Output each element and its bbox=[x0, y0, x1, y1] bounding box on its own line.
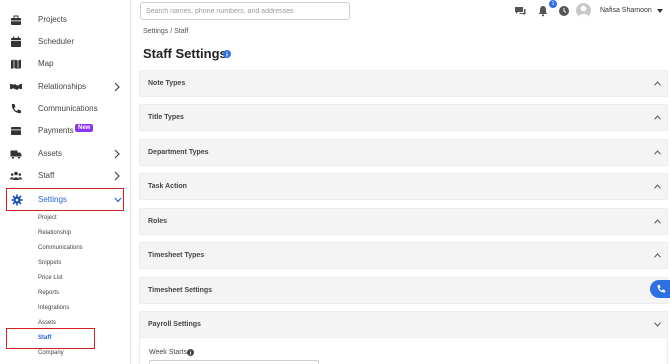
sidebar-item-staff[interactable]: Staff bbox=[0, 165, 131, 187]
chevron-down-icon bbox=[114, 197, 122, 203]
panel-payroll-settings[interactable]: Payroll Settings bbox=[139, 311, 668, 338]
sidebar-item-projects[interactable]: Projects bbox=[0, 9, 131, 31]
chevron-down-icon bbox=[654, 322, 661, 327]
avatar[interactable] bbox=[576, 3, 591, 18]
gear-icon bbox=[11, 194, 23, 206]
notification-count-badge: 1 bbox=[549, 0, 557, 8]
sidebar-item-relationships[interactable]: Relationships bbox=[0, 76, 131, 98]
top-header: 1 Nafisa Shamoon bbox=[131, 0, 670, 24]
sidebar-item-label: Map bbox=[38, 59, 54, 68]
settings-sub-assets[interactable]: Assets bbox=[38, 320, 56, 326]
clock-icon[interactable] bbox=[558, 5, 570, 17]
new-badge: New bbox=[75, 124, 94, 132]
panel-timesheet-types[interactable]: Timesheet Types bbox=[139, 242, 668, 269]
chevron-right-icon bbox=[114, 82, 120, 92]
settings-sub-company[interactable]: Company bbox=[38, 350, 64, 356]
sidebar-item-label: Staff bbox=[38, 171, 55, 180]
panel-title: Department Types bbox=[148, 149, 209, 156]
phone-icon bbox=[11, 104, 21, 114]
users-icon bbox=[10, 171, 22, 180]
panel-title: Task Action bbox=[148, 183, 187, 190]
sidebar-item-label: Communications bbox=[38, 104, 98, 113]
week-starts-label: Week Starts bbox=[149, 349, 187, 356]
settings-sub-price-list[interactable]: Price List bbox=[38, 275, 63, 281]
wallet-icon bbox=[11, 127, 21, 135]
chevron-up-icon bbox=[654, 115, 661, 120]
settings-sub-project[interactable]: Project bbox=[38, 215, 57, 221]
panel-title-types[interactable]: Title Types bbox=[139, 104, 668, 131]
page-title: Staff Settings bbox=[143, 46, 227, 61]
chevron-right-icon bbox=[114, 171, 120, 181]
panel-title: Roles bbox=[148, 218, 168, 225]
panel-note-types[interactable]: Note Types bbox=[139, 70, 668, 97]
chevron-right-icon bbox=[114, 149, 120, 159]
sidebar-item-label: Settings bbox=[38, 195, 67, 204]
sidebar-item-label: Scheduler bbox=[38, 37, 75, 46]
panel-timesheet-settings[interactable]: Timesheet Settings bbox=[139, 277, 668, 304]
sidebar: Projects Scheduler Map Relationships Com… bbox=[0, 0, 131, 364]
breadcrumb: Settings / Staff bbox=[143, 28, 189, 35]
sidebar-item-communications[interactable]: Communications bbox=[0, 98, 131, 120]
sidebar-item-label: Projects bbox=[38, 15, 67, 24]
chevron-up-icon bbox=[654, 184, 661, 189]
app-root: Projects Scheduler Map Relationships Com… bbox=[0, 0, 670, 364]
panel-title: Note Types bbox=[148, 80, 186, 87]
sidebar-item-scheduler[interactable]: Scheduler bbox=[0, 31, 131, 53]
panel-title: Payroll Settings bbox=[148, 321, 201, 328]
settings-sub-reports[interactable]: Reports bbox=[38, 290, 59, 296]
calendar-icon bbox=[11, 36, 21, 47]
settings-sub-relationship[interactable]: Relationship bbox=[38, 230, 71, 236]
search-input[interactable] bbox=[140, 2, 350, 20]
sidebar-item-payments[interactable]: Payments New bbox=[0, 120, 131, 142]
bell-icon[interactable] bbox=[537, 5, 549, 17]
panel-title: Timesheet Types bbox=[148, 252, 205, 259]
sidebar-item-label: Payments bbox=[38, 126, 74, 135]
handshake-icon bbox=[10, 84, 22, 90]
panel-roles[interactable]: Roles bbox=[139, 208, 668, 235]
chevron-up-icon bbox=[654, 81, 661, 86]
sidebar-item-label: Relationships bbox=[38, 82, 87, 91]
settings-sub-communications[interactable]: Communications bbox=[38, 245, 83, 251]
call-button[interactable] bbox=[650, 280, 670, 298]
panel-task-action[interactable]: Task Action bbox=[139, 173, 668, 200]
sidebar-item-assets[interactable]: Assets bbox=[0, 143, 131, 165]
briefcase-icon bbox=[11, 15, 21, 25]
panel-title: Timesheet Settings bbox=[148, 287, 213, 294]
info-icon[interactable] bbox=[223, 50, 231, 58]
truck-icon bbox=[10, 150, 22, 160]
chevron-up-icon bbox=[654, 150, 661, 155]
caret-down-icon[interactable] bbox=[657, 9, 663, 13]
info-icon[interactable] bbox=[187, 349, 194, 356]
user-name[interactable]: Nafisa Shamoon bbox=[600, 7, 652, 14]
settings-sub-snippets[interactable]: Snippets bbox=[38, 260, 61, 266]
map-icon bbox=[11, 59, 21, 69]
settings-sub-integrations[interactable]: Integrations bbox=[38, 305, 69, 311]
chat-icon[interactable] bbox=[514, 5, 526, 17]
panel-title: Title Types bbox=[148, 114, 184, 121]
chevron-up-icon bbox=[654, 253, 661, 258]
panel-department-types[interactable]: Department Types bbox=[139, 139, 668, 166]
user-avatar-icon bbox=[578, 5, 589, 18]
sidebar-item-map[interactable]: Map bbox=[0, 53, 131, 75]
settings-sub-staff[interactable]: Staff bbox=[38, 335, 51, 341]
sidebar-item-settings[interactable]: Settings bbox=[6, 188, 124, 211]
phone-icon bbox=[657, 284, 666, 293]
week-starts-select[interactable] bbox=[149, 360, 319, 364]
sidebar-item-label: Assets bbox=[38, 149, 63, 158]
chevron-up-icon bbox=[654, 219, 661, 224]
